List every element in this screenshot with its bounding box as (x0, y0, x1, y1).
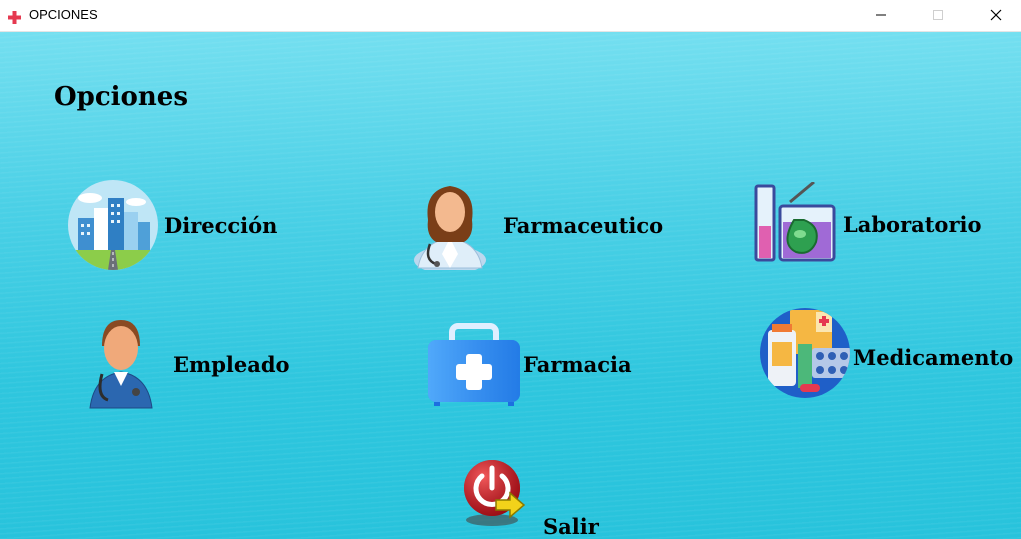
red-cross-icon (8, 9, 21, 24)
maximize-button[interactable] (915, 0, 961, 30)
close-icon (990, 9, 1002, 21)
salir-option[interactable]: Salir (462, 456, 612, 539)
power-exit-icon (464, 460, 526, 526)
farmacia-label: Farmacia (523, 352, 632, 377)
farmaceutico-option[interactable]: Farmaceutico (410, 180, 670, 272)
minimize-icon (876, 14, 886, 16)
farmaceutico-label: Farmaceutico (503, 213, 664, 238)
direccion-label: Dirección (164, 213, 278, 238)
medicamento-label: Medicamento (853, 345, 1014, 370)
window-title: OPCIONES (29, 7, 98, 22)
medicamento-option[interactable]: Medicamento (760, 308, 1015, 400)
lab-beaker-icon (754, 182, 836, 262)
farmacia-option[interactable]: Farmacia (428, 322, 638, 408)
female-doctor-icon (414, 186, 486, 270)
minimize-button[interactable] (858, 0, 904, 30)
medicine-bottles-icon (760, 308, 850, 398)
page-title: Opciones (54, 82, 188, 112)
empleado-label: Empleado (173, 352, 290, 377)
city-buildings-icon (68, 180, 158, 270)
first-aid-kit-icon (428, 323, 520, 406)
salir-label: Salir (543, 514, 599, 539)
title-bar: OPCIONES (0, 0, 1021, 32)
maximize-icon (933, 10, 943, 20)
options-panel: Opciones Dirección Farmaceutico Laborato… (0, 32, 1021, 539)
close-button[interactable] (973, 0, 1019, 30)
laboratorio-label: Laboratorio (843, 212, 982, 237)
male-doctor-icon (89, 320, 153, 409)
direccion-option[interactable]: Dirección (68, 180, 288, 272)
laboratorio-option[interactable]: Laboratorio (750, 182, 990, 266)
empleado-option[interactable]: Empleado (88, 316, 298, 412)
